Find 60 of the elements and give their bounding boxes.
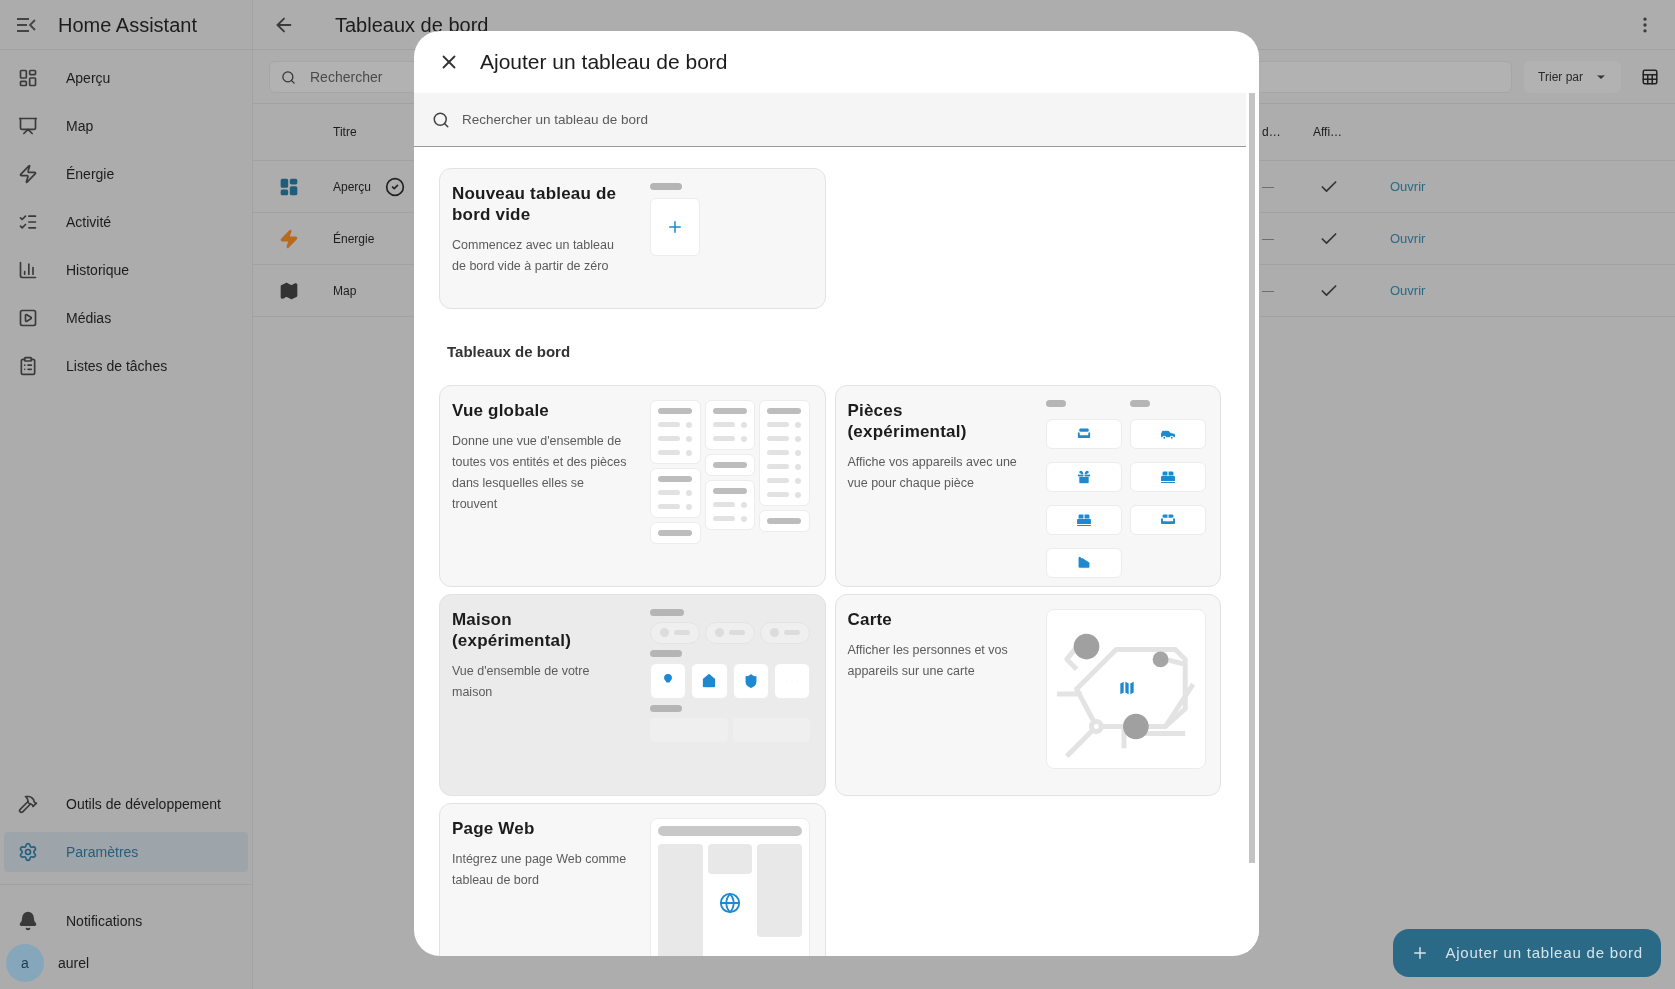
dashboard-icon (279, 176, 299, 197)
settings-icon (18, 842, 38, 862)
table-cell-text: Map (333, 282, 357, 300)
dashboard-template-card[interactable]: Maison (expérimental) Vue d'ensemble de votre maison (439, 593, 826, 796)
column-header[interactable]: Affi… (1313, 123, 1390, 141)
list-icon (18, 212, 38, 232)
card-title: Nouveau tableau de bord vide (452, 183, 618, 225)
table-cell-text: Énergie (333, 230, 375, 248)
card-description: Commencez avec un tableau de bord vide à partir de zéro (452, 237, 615, 275)
search-icon (281, 69, 296, 85)
sidebar-item[interactable]: Historique (4, 250, 248, 290)
app-title: Home Assistant (58, 12, 197, 38)
card-title: Carte (847, 608, 893, 630)
card-description: Intégrez une page Web comme tableau de bord (452, 850, 628, 889)
sidebar-item[interactable]: Map (4, 106, 248, 146)
section-title: Tableaux de bord (446, 342, 572, 362)
card-title: Pièces (expérimental) (847, 399, 968, 442)
menu-icon[interactable] (16, 16, 36, 33)
card-description: Vue d'ensemble de votre maison (452, 662, 591, 701)
card-description: Afficher les personnes et vos appareils sur une carte (847, 641, 1009, 680)
sort-button[interactable]: Trier par (1524, 60, 1621, 93)
sidebar-item[interactable]: Activité (4, 202, 248, 242)
table-cell-text: — (1262, 230, 1275, 248)
card-title: Vue globale (452, 399, 550, 421)
sidebar-item[interactable]: Outils de développement (4, 784, 248, 824)
table-cell-text: — (1262, 282, 1275, 300)
user-avatar[interactable]: a (6, 944, 44, 982)
hammer-icon (18, 794, 38, 814)
card-title: Maison (expérimental) (452, 608, 572, 651)
bell-icon (18, 911, 38, 931)
new-dashboard-card[interactable]: Nouveau tableau de bord vide Commencez avec un tableau de bord vide à partir de zéro (439, 168, 826, 309)
dashboard-template-card[interactable]: Pièces (expérimental) Affiche vos appareils avec une vue pour chaque pièce (834, 384, 1221, 587)
scrollbar[interactable] (1249, 93, 1255, 863)
card-title: Page Web (452, 817, 536, 839)
dashboard-template-card[interactable]: Vue globale Donne une vue d'ensemble de toutes vos entités et des pièces dans lesquelles elles se trouvent (439, 384, 826, 587)
notifications-item[interactable]: Notifications (4, 901, 248, 941)
table-cell-text: — (1262, 178, 1275, 196)
sidebar-item[interactable]: Énergie (4, 154, 248, 194)
table-cell-text: Aperçu (333, 178, 372, 196)
column-header[interactable]: d… (1262, 123, 1281, 141)
dialog-title: Ajouter un tableau de bord (480, 49, 728, 76)
card-description: Affiche vos appareils avec une vue pour chaque pièce (847, 453, 1018, 492)
play-icon (18, 308, 38, 328)
sidebar-item[interactable]: Aperçu (4, 58, 248, 98)
clipboard-icon (18, 356, 38, 376)
dashboard-template-card[interactable]: Page Web Intégrez une page Web comme tableau de bord (439, 802, 826, 956)
dashboard-search-field[interactable]: Rechercher un tableau de bord (414, 93, 1246, 147)
user-name: aurel (58, 953, 90, 973)
sidebar-item[interactable]: Listes de tâches (4, 346, 248, 386)
map-icon (279, 280, 299, 301)
card-description: Donne une vue d'ensemble de toutes vos entités et des pièces dans lesquelles elles se trouvent (452, 432, 628, 513)
search-icon (432, 111, 450, 129)
dashboard-icon (18, 68, 38, 88)
add-dashboard-button[interactable]: Ajouter un tableau de bord (1393, 929, 1661, 977)
dashboard-template-card[interactable]: Carte Afficher les personnes et vos appareils sur une carte (834, 593, 1221, 796)
sidebar-item[interactable]: Médias (4, 298, 248, 338)
table-settings-icon[interactable] (1641, 67, 1659, 86)
bar-chart-icon (18, 260, 38, 280)
lightning-icon (18, 164, 38, 184)
lightning-icon (279, 228, 299, 249)
